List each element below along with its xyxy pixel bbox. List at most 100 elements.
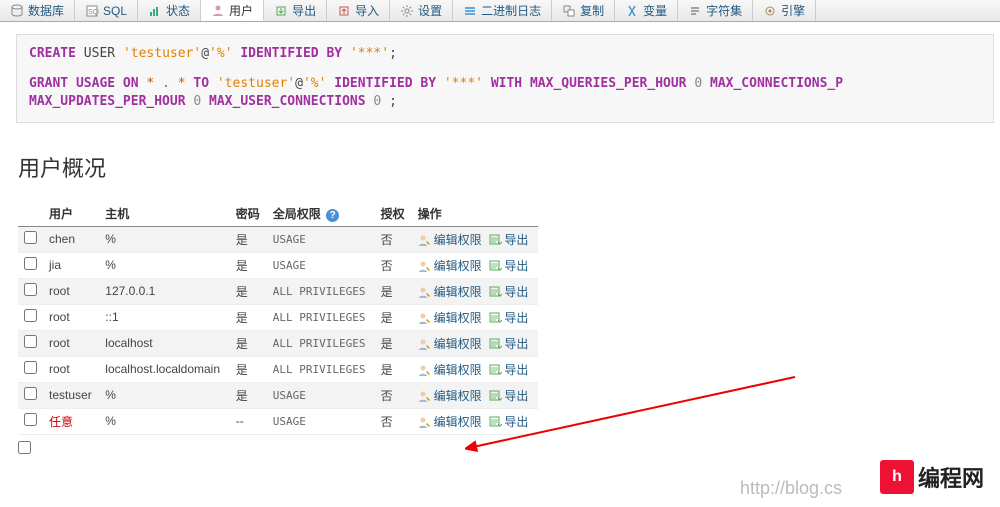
tab-状态[interactable]: 状态 <box>138 0 201 21</box>
edit-privileges-link[interactable]: 编辑权限 <box>434 259 482 273</box>
cell-privileges: USAGE <box>267 252 375 278</box>
tab-用户[interactable]: 用户 <box>201 0 264 21</box>
edit-user-icon <box>418 285 432 299</box>
col-host: 主机 <box>99 201 229 227</box>
cell-grant: 是 <box>375 356 412 382</box>
edit-user-icon <box>418 363 432 377</box>
cell-password: 是 <box>230 382 267 408</box>
cell-password: 是 <box>230 304 267 330</box>
edit-privileges-link[interactable]: 编辑权限 <box>434 389 482 403</box>
edit-privileges-link[interactable]: 编辑权限 <box>434 415 482 429</box>
export-row-icon <box>488 233 502 247</box>
tab-label: SQL <box>103 4 127 18</box>
variables-icon <box>625 4 639 18</box>
tab-label: 字符集 <box>706 2 742 19</box>
tab-引擎[interactable]: 引擎 <box>753 0 816 21</box>
cell-user: jia <box>43 252 99 278</box>
watermark-text: http://blog.cs <box>740 478 842 499</box>
export-link[interactable]: 导出 <box>504 363 528 377</box>
export-row-icon <box>488 363 502 377</box>
charset-icon <box>688 4 702 18</box>
edit-user-icon <box>418 259 432 273</box>
cell-host: % <box>99 408 229 434</box>
export-link[interactable]: 导出 <box>504 415 528 429</box>
cell-password: 是 <box>230 278 267 304</box>
export-icon <box>274 4 288 18</box>
tab-导出[interactable]: 导出 <box>264 0 327 21</box>
database-icon <box>10 4 24 18</box>
tab-设置[interactable]: 设置 <box>390 0 453 21</box>
export-row-icon <box>488 311 502 325</box>
table-row: root localhost 是 ALL PRIVILEGES 是 编辑权限 导… <box>18 330 538 356</box>
edit-privileges-link[interactable]: 编辑权限 <box>434 363 482 377</box>
cell-host: % <box>99 382 229 408</box>
tab-label: 导出 <box>292 2 316 19</box>
export-link[interactable]: 导出 <box>504 285 528 299</box>
cell-host: % <box>99 226 229 252</box>
sql-result-box: CREATE USER 'testuser'@'%' IDENTIFIED BY… <box>16 34 994 123</box>
cell-privileges: USAGE <box>267 408 375 434</box>
table-row: root 127.0.0.1 是 ALL PRIVILEGES 是 编辑权限 导… <box>18 278 538 304</box>
cell-grant: 否 <box>375 226 412 252</box>
cell-user: root <box>43 356 99 382</box>
cell-host: localhost.localdomain <box>99 356 229 382</box>
export-link[interactable]: 导出 <box>504 233 528 247</box>
table-row: chen % 是 USAGE 否 编辑权限 导出 <box>18 226 538 252</box>
edit-privileges-link[interactable]: 编辑权限 <box>434 311 482 325</box>
row-checkbox[interactable] <box>24 361 37 374</box>
settings-icon <box>400 4 414 18</box>
users-table: 用户 主机 密码 全局权限 ? 授权 操作 chen % 是 USAGE 否 编… <box>18 201 538 435</box>
tab-label: 变量 <box>643 2 667 19</box>
help-icon[interactable]: ? <box>326 209 339 222</box>
export-link[interactable]: 导出 <box>504 311 528 325</box>
row-checkbox[interactable] <box>24 387 37 400</box>
tab-导入[interactable]: 导入 <box>327 0 390 21</box>
tab-label: 导入 <box>355 2 379 19</box>
cell-privileges: ALL PRIVILEGES <box>267 356 375 382</box>
export-row-icon <box>488 415 502 429</box>
tab-复制[interactable]: 复制 <box>552 0 615 21</box>
tab-label: 设置 <box>418 2 442 19</box>
row-checkbox[interactable] <box>24 257 37 270</box>
export-link[interactable]: 导出 <box>504 337 528 351</box>
cell-password: 是 <box>230 226 267 252</box>
edit-user-icon <box>418 311 432 325</box>
col-grant: 授权 <box>375 201 412 227</box>
cell-user: root <box>43 330 99 356</box>
row-checkbox[interactable] <box>24 335 37 348</box>
edit-privileges-link[interactable]: 编辑权限 <box>434 233 482 247</box>
check-all[interactable] <box>18 441 31 454</box>
row-checkbox[interactable] <box>24 309 37 322</box>
sql-keyword: CREATE <box>29 46 76 61</box>
col-global-privileges: 全局权限 ? <box>267 201 375 227</box>
export-row-icon <box>488 285 502 299</box>
tab-SQL[interactable]: SQLSQL <box>75 0 138 21</box>
users-icon <box>211 3 225 17</box>
cell-privileges: ALL PRIVILEGES <box>267 330 375 356</box>
site-logo: h 编程网 <box>880 460 984 494</box>
row-checkbox[interactable] <box>24 283 37 296</box>
row-checkbox[interactable] <box>24 413 37 426</box>
export-row-icon <box>488 337 502 351</box>
replication-icon <box>562 4 576 18</box>
edit-privileges-link[interactable]: 编辑权限 <box>434 337 482 351</box>
tab-二进制日志[interactable]: 二进制日志 <box>453 0 552 21</box>
engine-icon <box>763 4 777 18</box>
cell-privileges: ALL PRIVILEGES <box>267 278 375 304</box>
export-link[interactable]: 导出 <box>504 259 528 273</box>
tab-数据库[interactable]: 数据库 <box>0 0 75 21</box>
cell-password: 是 <box>230 356 267 382</box>
cell-user: testuser <box>43 382 99 408</box>
cell-grant: 是 <box>375 330 412 356</box>
row-checkbox[interactable] <box>24 231 37 244</box>
tab-字符集[interactable]: 字符集 <box>678 0 753 21</box>
export-row-icon <box>488 259 502 273</box>
tab-变量[interactable]: 变量 <box>615 0 678 21</box>
tab-label: 二进制日志 <box>481 2 541 19</box>
table-row: testuser % 是 USAGE 否 编辑权限 导出 <box>18 382 538 408</box>
col-password: 密码 <box>230 201 267 227</box>
binlog-icon <box>463 4 477 18</box>
cell-privileges: USAGE <box>267 382 375 408</box>
edit-privileges-link[interactable]: 编辑权限 <box>434 285 482 299</box>
export-link[interactable]: 导出 <box>504 389 528 403</box>
